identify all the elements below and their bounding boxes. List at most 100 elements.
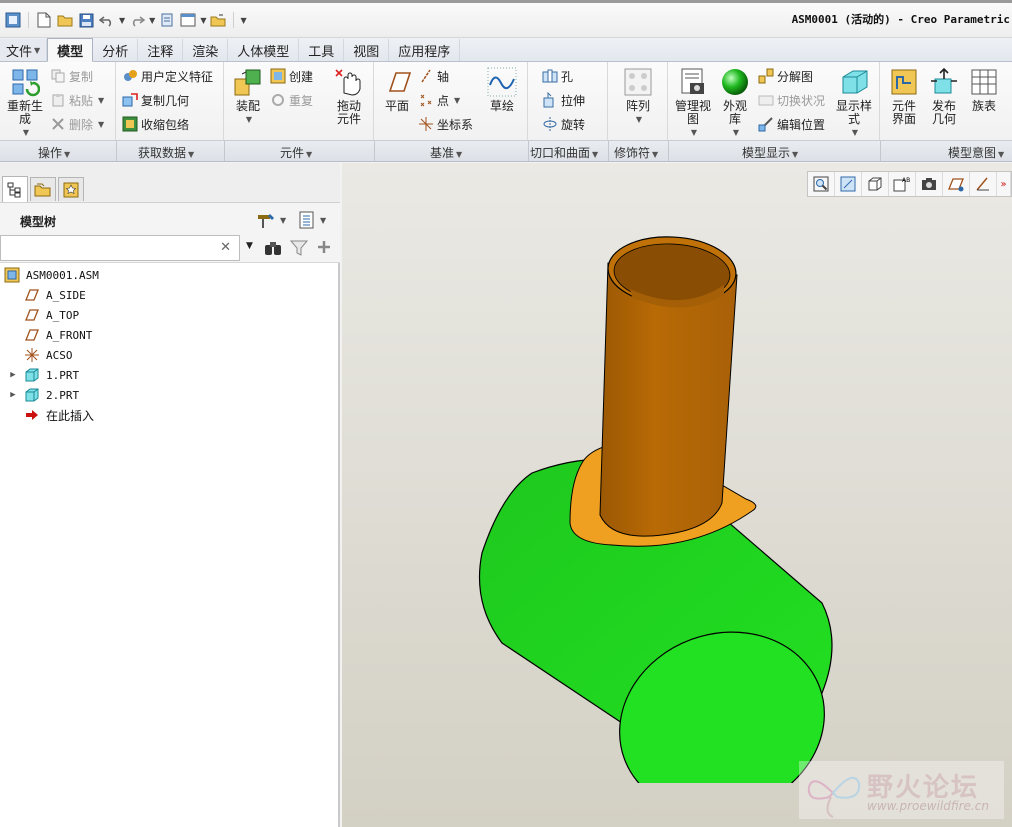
- chevron-down-icon: ▼: [98, 95, 105, 105]
- tree-node-acso[interactable]: ACSO: [0, 345, 340, 365]
- datum-point-button[interactable]: 点 ▼: [418, 90, 460, 110]
- datum-display-button[interactable]: [943, 172, 970, 196]
- expand-triangle-icon[interactable]: ▶: [8, 370, 18, 380]
- group-get-data-label[interactable]: 获取数据 ▼: [138, 144, 194, 161]
- clear-x-icon[interactable]: ✕: [220, 240, 231, 255]
- regenerate-button[interactable]: 重新生成 ▼: [4, 66, 46, 139]
- brown-tube-part[interactable]: [599, 234, 738, 537]
- tab-model[interactable]: 模型: [47, 38, 94, 62]
- assemble-button[interactable]: 装配 ▼: [228, 66, 268, 126]
- toolbar-more-button[interactable]: »: [997, 172, 1011, 196]
- undo-dropdown-icon[interactable]: ▼: [119, 16, 125, 25]
- window-title: ASM0001 (活动的) - Creo Parametric: [791, 13, 1010, 26]
- toggle-status-button[interactable]: 切换状况: [758, 90, 825, 110]
- chevron-down-icon: ▼: [34, 45, 41, 55]
- group-cut-surface-label[interactable]: 切口和曲面 ▼: [530, 144, 598, 161]
- tab-favorites[interactable]: [58, 177, 84, 201]
- datum-plane-button[interactable]: 平面: [378, 66, 416, 113]
- group-modifiers-label[interactable]: 修饰符 ▼: [614, 144, 658, 161]
- redo-icon[interactable]: [128, 11, 146, 29]
- manage-views-button[interactable]: 管理视图 ▼: [672, 66, 714, 139]
- tab-file[interactable]: 文件 ▼: [0, 39, 48, 61]
- pattern-button[interactable]: 阵列 ▼: [618, 66, 658, 126]
- paste-button[interactable]: 粘贴 ▼: [50, 90, 104, 110]
- tree-node-insert-here[interactable]: 在此插入: [0, 405, 340, 425]
- revolve-button[interactable]: 旋转: [542, 114, 585, 134]
- sketch-button[interactable]: 草绘: [482, 66, 522, 113]
- copy-button[interactable]: 复制: [50, 66, 93, 86]
- extrude-button[interactable]: 拉伸: [542, 90, 585, 110]
- more-chevron-icon: »: [1000, 178, 1007, 190]
- group-model-intent-label[interactable]: 模型意图 ▼: [948, 144, 1004, 161]
- annotation-display-button[interactable]: [970, 172, 997, 196]
- edit-position-button[interactable]: 编辑位置: [758, 114, 825, 134]
- tab-applications[interactable]: 应用程序: [389, 39, 461, 61]
- repeat-button[interactable]: 重复: [270, 90, 313, 110]
- tree-settings-button[interactable]: ▼: [256, 211, 286, 229]
- graphics-viewport[interactable]: AB » 野火论坛 www.proewildfire.cn: [342, 163, 1012, 827]
- close-window-icon[interactable]: [209, 11, 227, 29]
- assembly-icon: [4, 267, 20, 283]
- filter-button[interactable]: [289, 239, 309, 260]
- tree-search-input[interactable]: [1, 236, 216, 260]
- tree-node-part-1[interactable]: ▶ 1.PRT: [0, 365, 340, 385]
- family-table-button[interactable]: 族表: [966, 66, 1002, 113]
- tab-render[interactable]: 渲染: [183, 39, 229, 61]
- tab-analysis[interactable]: 分析: [93, 39, 139, 61]
- tab-folder-browser[interactable]: [30, 177, 56, 201]
- publish-geometry-button[interactable]: 发布几何: [924, 66, 964, 126]
- find-button[interactable]: [264, 239, 282, 260]
- list-view-icon: [299, 211, 314, 229]
- windows-dropdown-icon[interactable]: ▼: [200, 16, 206, 25]
- drag-component-button[interactable]: 拖动元件: [328, 66, 370, 126]
- windows-icon[interactable]: [179, 11, 197, 29]
- tab-view[interactable]: 视图: [344, 39, 390, 61]
- redo-dropdown-icon[interactable]: ▼: [149, 16, 155, 25]
- zoom-in-button[interactable]: [835, 172, 862, 196]
- group-operations-label[interactable]: 操作 ▼: [38, 144, 70, 161]
- appearance-gallery-button[interactable]: 外观库 ▼: [716, 66, 754, 139]
- tab-annotate[interactable]: 注释: [138, 39, 184, 61]
- chevron-down-icon: ▼: [245, 115, 253, 124]
- hole-button[interactable]: 孔: [542, 66, 573, 86]
- tree-node-a-side[interactable]: A_SIDE: [0, 285, 340, 305]
- watermark-logo-icon: [807, 776, 861, 818]
- copy-geometry-button[interactable]: 复制几何: [122, 90, 189, 110]
- saved-views-button[interactable]: AB: [889, 172, 916, 196]
- tab-tools[interactable]: 工具: [299, 39, 345, 61]
- regenerate-qat-icon[interactable]: [158, 11, 176, 29]
- customize-qat-icon[interactable]: ▼: [240, 16, 246, 25]
- group-model-display-label[interactable]: 模型显示 ▼: [742, 144, 798, 161]
- repaint-button[interactable]: [862, 172, 889, 196]
- undo-icon[interactable]: [98, 11, 116, 29]
- show-menu-button[interactable]: ▼: [298, 211, 326, 229]
- delete-button[interactable]: 删除 ▼: [50, 114, 104, 134]
- tree-node-asm[interactable]: ASM0001.ASM: [0, 265, 340, 285]
- new-file-icon[interactable]: [35, 11, 53, 29]
- app-logo-icon[interactable]: [4, 11, 22, 29]
- view-manager-button[interactable]: [916, 172, 943, 196]
- tree-node-part-2[interactable]: ▶ 2.PRT: [0, 385, 340, 405]
- expand-triangle-icon[interactable]: ▶: [8, 390, 18, 400]
- assemble-icon: [232, 66, 264, 98]
- tree-node-a-front[interactable]: A_FRONT: [0, 325, 340, 345]
- udf-button[interactable]: 用户定义特征: [122, 66, 213, 86]
- search-dropdown-icon[interactable]: ▼: [246, 241, 253, 251]
- create-button[interactable]: 创建: [270, 66, 313, 86]
- group-datum-label[interactable]: 基准 ▼: [430, 144, 462, 161]
- exploded-view-button[interactable]: 分解图: [758, 66, 813, 86]
- save-icon[interactable]: [77, 11, 95, 29]
- refit-button[interactable]: [808, 172, 835, 196]
- tab-model-tree[interactable]: [2, 176, 28, 202]
- component-interface-button[interactable]: 元件界面: [884, 66, 924, 126]
- shrinkwrap-button[interactable]: 收缩包络: [122, 114, 189, 134]
- tree-node-a-top[interactable]: A_TOP: [0, 305, 340, 325]
- display-style-button[interactable]: 显示样式 ▼: [832, 66, 876, 139]
- datum-axis-button[interactable]: 轴: [418, 66, 449, 86]
- add-column-button[interactable]: [316, 239, 332, 258]
- tab-manikin[interactable]: 人体模型: [228, 39, 300, 61]
- group-component-label[interactable]: 元件 ▼: [280, 144, 312, 161]
- assembly-model[interactable]: [462, 223, 882, 783]
- csys-button[interactable]: 坐标系: [418, 114, 473, 134]
- open-folder-icon[interactable]: [56, 11, 74, 29]
